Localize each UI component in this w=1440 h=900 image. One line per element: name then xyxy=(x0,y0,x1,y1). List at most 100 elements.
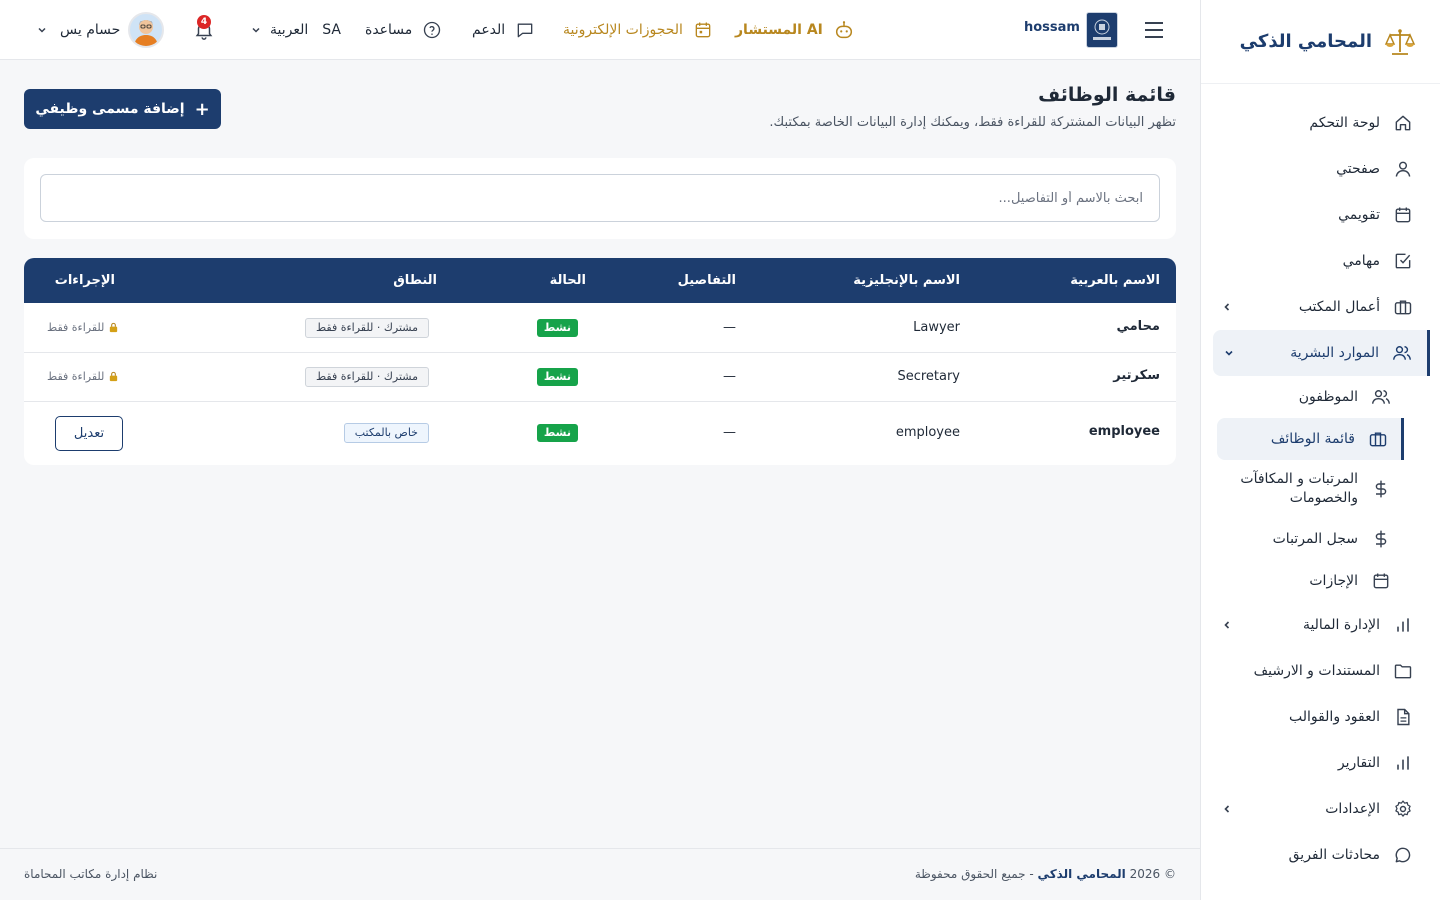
search-input[interactable] xyxy=(40,174,1160,222)
cell-name-en: Secretary xyxy=(897,369,960,384)
cell-name-en: Lawyer xyxy=(913,320,960,335)
cell-name-en: employee xyxy=(895,425,960,440)
calendar-icon xyxy=(1392,204,1414,226)
chevron-down-icon xyxy=(1225,350,1233,356)
language-selector[interactable]: العربية SA xyxy=(250,0,341,60)
gear-icon xyxy=(1392,798,1414,820)
status-badge: نشط xyxy=(536,319,578,337)
footer-rights: - جميع الحقوق محفوظة xyxy=(914,867,1034,881)
sidebar-item-hr[interactable]: الموارد البشرية xyxy=(1213,330,1430,376)
menu-toggle-button[interactable] xyxy=(1142,19,1166,41)
add-job-title-label: إضافة مسمى وظيفي xyxy=(35,101,185,117)
user-menu[interactable]: حسام يس xyxy=(36,0,120,60)
sidebar-item-profile[interactable]: صفحتي xyxy=(1201,146,1440,192)
chevron-left-icon xyxy=(1224,621,1230,629)
read-only-text: للقراءة فقط xyxy=(47,370,105,383)
support-link[interactable]: الدعم xyxy=(472,0,535,60)
sidebar-subitem-employees[interactable]: الموظفون xyxy=(1201,376,1416,418)
table-header: الاسم بالعربية الاسم بالإنجليزية التفاصي… xyxy=(24,258,1176,303)
header-name-en: الاسم بالإنجليزية xyxy=(853,273,960,288)
page-title: قائمة الوظائف xyxy=(1038,84,1176,106)
add-job-title-button[interactable]: + إضافة مسمى وظيفي xyxy=(24,89,221,129)
sidebar-subitem-leaves[interactable]: الإجازات xyxy=(1201,560,1416,602)
table-row: employee employee — نشط خاص بالمكتب تعدي… xyxy=(24,402,1176,465)
sidebar-item-reports[interactable]: التقارير xyxy=(1201,740,1440,786)
scope-badge: مشترك · للقراءة فقط xyxy=(304,367,429,387)
dollar-icon xyxy=(1370,528,1392,550)
sidebar-subitem-payroll[interactable]: سجل المرتبات xyxy=(1201,518,1416,560)
sidebar-item-label: الإدارة المالية xyxy=(1302,617,1380,633)
sidebar-item-office-work[interactable]: أعمال المكتب xyxy=(1201,284,1440,330)
language-code: SA xyxy=(322,22,341,38)
chat-icon xyxy=(1392,844,1414,866)
lock-icon xyxy=(110,322,118,333)
sidebar-nav: لوحة التحكم صفحتي تقويمي مهامي أعمال الم… xyxy=(1201,84,1440,878)
chevron-down-icon xyxy=(252,27,260,33)
sidebar-item-label: الموارد البشرية xyxy=(1290,345,1379,361)
page-subtitle: تظهر البيانات المشتركة للقراءة فقط، ويمك… xyxy=(769,115,1176,130)
ai-advisor-link[interactable]: المستشار AI xyxy=(735,0,855,60)
hr-submenu: الموظفون قائمة الوظائف المرتبات و المكاف… xyxy=(1201,376,1440,602)
scales-logo-icon xyxy=(1384,28,1416,55)
language-label: العربية xyxy=(270,22,309,38)
header-scope: النطاق xyxy=(393,273,437,288)
sidebar-subitem-job-list[interactable]: قائمة الوظائف xyxy=(1217,418,1404,460)
sidebar-item-contracts[interactable]: العقود والقوالب xyxy=(1201,694,1440,740)
sidebar-item-label: الإعدادات xyxy=(1325,801,1380,817)
calendar-icon xyxy=(1370,570,1392,592)
cell-details: — xyxy=(723,369,736,384)
chevron-left-icon xyxy=(1224,303,1230,311)
brand-header[interactable]: المحامي الذكي xyxy=(1201,0,1440,84)
sidebar-item-tasks[interactable]: مهامي xyxy=(1201,238,1440,284)
scope-badge: مشترك · للقراءة فقط xyxy=(304,318,429,338)
status-badge: نشط xyxy=(536,424,578,442)
top-bar: حسام يس 4 العربية SA مساعدة الدعم الحجوز… xyxy=(0,0,1200,60)
robot-icon xyxy=(835,21,852,39)
help-circle-icon xyxy=(424,21,441,39)
sidebar-item-label: أعمال المكتب xyxy=(1298,299,1380,315)
avatar[interactable] xyxy=(128,12,164,48)
dollar-icon xyxy=(1370,478,1392,500)
header-actions: الإجراءات xyxy=(54,273,115,288)
bar-chart-icon xyxy=(1392,614,1414,636)
sidebar-item-dashboard[interactable]: لوحة التحكم xyxy=(1201,100,1440,146)
sidebar-subitem-salaries-bonuses[interactable]: المرتبات و المكافآت والخصومات xyxy=(1201,460,1416,518)
header-name-ar: الاسم بالعربية xyxy=(1070,273,1160,288)
footer-system-name: نظام إدارة مكاتب المحاماة xyxy=(24,867,158,881)
support-label: الدعم xyxy=(472,22,506,38)
chevron-down-icon xyxy=(38,27,46,33)
sidebar-item-label: العقود والقوالب xyxy=(1288,709,1380,725)
help-link[interactable]: مساعدة xyxy=(365,0,442,60)
sidebar-item-label: مهامي xyxy=(1342,253,1380,269)
cell-name-ar: محامي xyxy=(1116,319,1160,334)
check-square-icon xyxy=(1392,250,1414,272)
ai-advisor-label: المستشار AI xyxy=(735,22,823,38)
read-only-label: للقراءة فقط xyxy=(47,370,119,383)
copyright-year: © 2026 xyxy=(1129,867,1176,881)
cell-name-ar: سكرتير xyxy=(1113,368,1160,383)
sidebar-item-settings[interactable]: الإعدادات xyxy=(1201,786,1440,832)
bookings-link[interactable]: الحجوزات الإلكترونية xyxy=(563,0,713,60)
folder-icon xyxy=(1392,660,1414,682)
sidebar: المحامي الذكي لوحة التحكم صفحتي تقويمي م… xyxy=(1200,0,1440,900)
sidebar-item-label: المرتبات و المكافآت والخصومات xyxy=(1240,471,1358,506)
office-name: hossam xyxy=(1024,20,1080,35)
sidebar-item-documents[interactable]: المستندات و الارشيف xyxy=(1201,648,1440,694)
notification-count-badge: 4 xyxy=(197,15,211,29)
edit-button[interactable]: تعديل xyxy=(55,416,123,451)
sidebar-item-finance[interactable]: الإدارة المالية xyxy=(1201,602,1440,648)
sidebar-item-calendar[interactable]: تقويمي xyxy=(1201,192,1440,238)
sidebar-item-label: الموظفون xyxy=(1298,389,1358,405)
read-only-label: للقراءة فقط xyxy=(47,321,119,334)
lock-icon xyxy=(110,371,118,382)
header-status: الحالة xyxy=(549,273,586,288)
header-details: التفاصيل xyxy=(677,273,736,288)
file-text-icon xyxy=(1392,706,1414,728)
bar-chart-icon xyxy=(1392,752,1414,774)
notifications-button[interactable] xyxy=(193,0,215,60)
sidebar-item-label: المستندات و الارشيف xyxy=(1253,663,1380,679)
sidebar-item-team-chat[interactable]: محادثات الفريق xyxy=(1201,832,1440,878)
user-name: حسام يس xyxy=(60,22,121,38)
hamburger-icon xyxy=(1145,22,1163,38)
sidebar-item-label: صفحتي xyxy=(1336,161,1380,177)
